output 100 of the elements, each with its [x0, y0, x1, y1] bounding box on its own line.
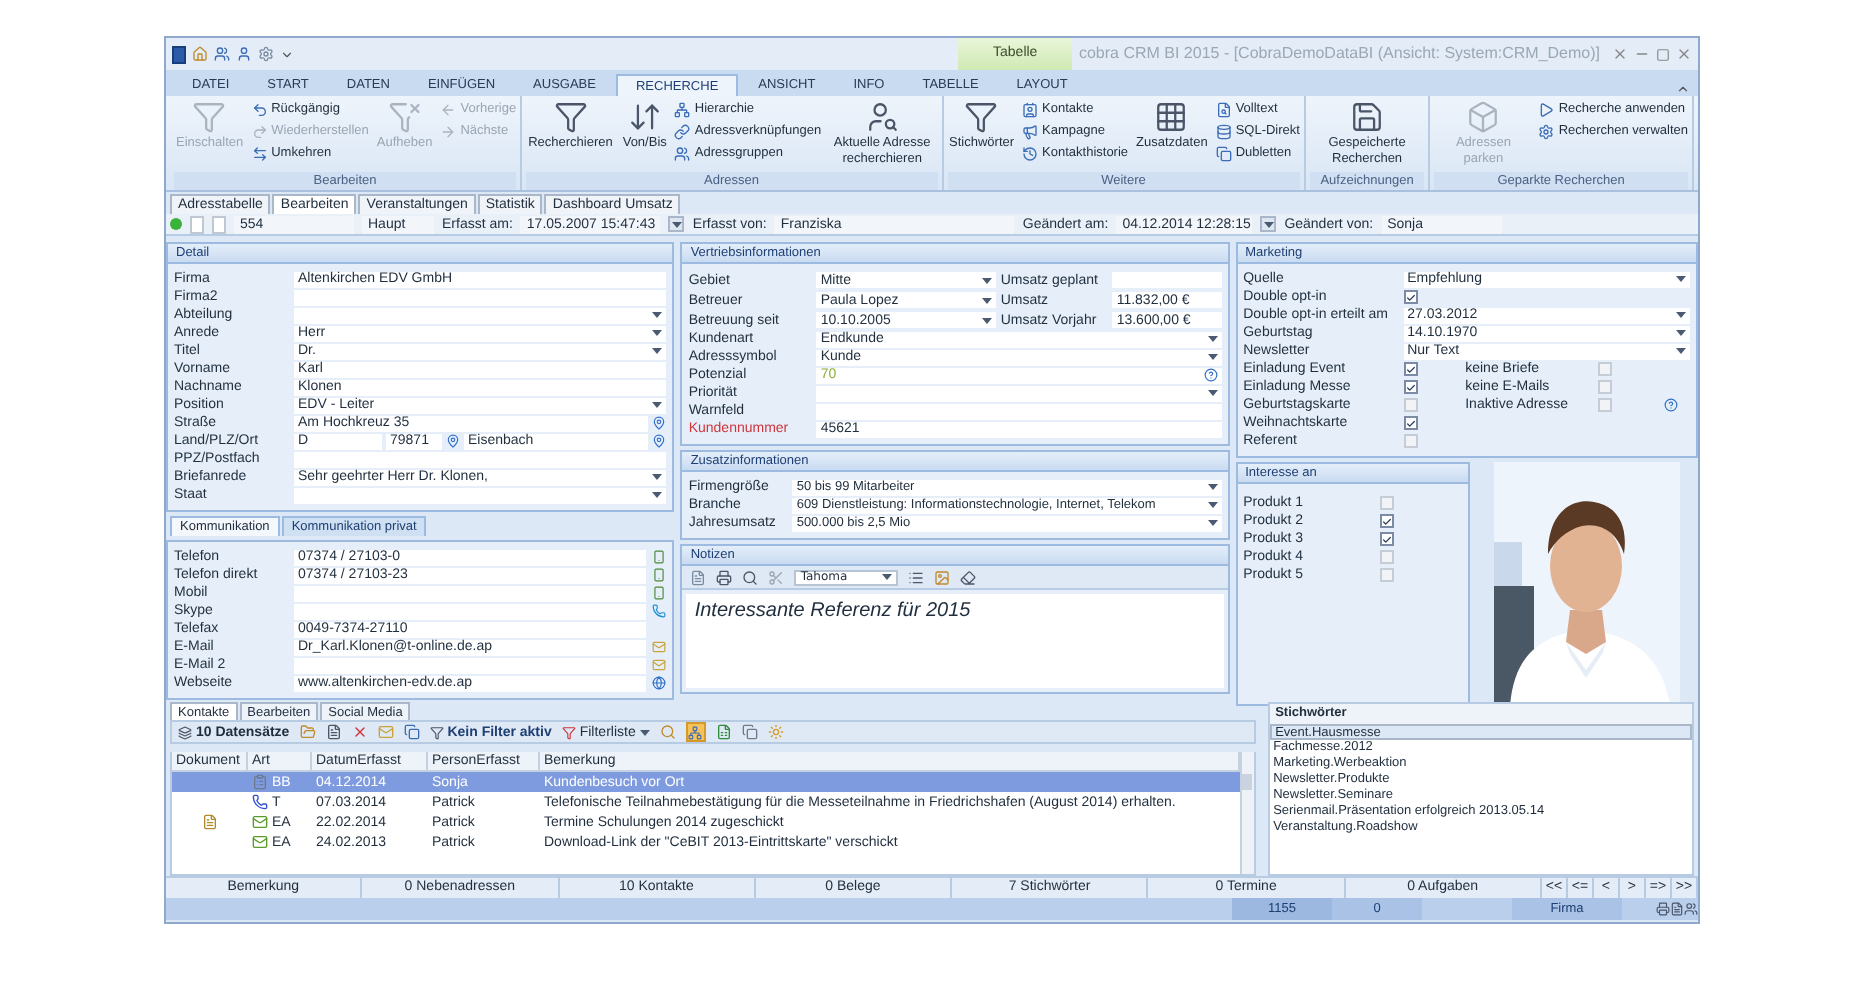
caret-icon [1207, 336, 1218, 342]
grid-icon [1154, 100, 1189, 134]
dropdown-field[interactable] [816, 385, 1222, 401]
caret-icon [652, 348, 663, 354]
checkbox[interactable] [1403, 434, 1418, 448]
checkbox[interactable] [1403, 416, 1418, 430]
document-icon[interactable] [325, 724, 342, 740]
preview-icon[interactable] [742, 569, 759, 585]
phone-icon [252, 794, 268, 810]
caret-icon [652, 402, 663, 408]
help-icon [1663, 398, 1678, 412]
sun-icon[interactable] [767, 724, 784, 740]
collapse-icon[interactable] [1676, 82, 1690, 96]
dropdown-button[interactable] [668, 216, 685, 232]
caret-icon [982, 317, 993, 323]
caret-icon [1207, 520, 1218, 526]
pin-icon[interactable] [652, 434, 667, 448]
mail-icon[interactable] [651, 658, 666, 672]
save-icon [1350, 100, 1385, 134]
dropdown-button[interactable] [1260, 216, 1277, 232]
printer-icon[interactable] [1656, 902, 1670, 916]
close-icon[interactable] [1676, 46, 1692, 62]
text-field[interactable] [294, 657, 647, 673]
checkbox[interactable] [1597, 380, 1612, 394]
mail-icon [252, 834, 268, 850]
phone-icon[interactable] [651, 550, 666, 564]
user-icon[interactable] [236, 46, 253, 62]
document-icon[interactable] [690, 569, 707, 585]
checkbox[interactable] [1379, 550, 1394, 564]
tree-view-button[interactable] [685, 722, 706, 742]
users-icon[interactable] [1684, 902, 1698, 916]
checkbox[interactable] [1403, 398, 1418, 412]
arrow-right-icon [440, 124, 457, 140]
search-icon[interactable] [659, 724, 676, 740]
spreadsheet-icon[interactable] [715, 724, 732, 740]
checkbox[interactable] [1403, 362, 1418, 376]
mail-icon[interactable] [377, 724, 394, 740]
eraser-icon[interactable] [960, 569, 977, 585]
text-field[interactable] [294, 289, 667, 305]
contact-card-icon [1022, 102, 1039, 118]
mail-icon[interactable] [651, 640, 666, 654]
folder-icon[interactable] [299, 724, 316, 740]
scrollbar[interactable] [1239, 752, 1254, 874]
app-icon[interactable] [172, 45, 187, 63]
checkbox[interactable] [1379, 496, 1394, 510]
text-field[interactable] [1112, 272, 1222, 288]
caret-icon [652, 330, 663, 336]
caret-icon [1207, 502, 1218, 508]
filter-icon [964, 100, 999, 134]
phone-icon[interactable] [651, 586, 666, 600]
delete-icon[interactable] [351, 724, 368, 740]
text-field[interactable] [816, 403, 1222, 419]
notes-editor[interactable]: Interessante Referenz für 2015 [686, 594, 1224, 688]
filter-icon [192, 100, 227, 134]
megaphone-icon [1022, 124, 1039, 140]
settings-icon[interactable] [258, 46, 275, 62]
caret-icon [1207, 354, 1218, 360]
checkbox[interactable] [1597, 362, 1612, 376]
pin-icon[interactable] [652, 416, 667, 430]
window-title: cobra CRM BI 2015 - [CobraDemoDataBI (Ansicht: System:CRM_Demo)] [1078, 42, 1600, 66]
phone-icon[interactable] [651, 568, 666, 582]
scissors-icon[interactable] [768, 569, 785, 585]
stack-icon [178, 725, 192, 739]
image-icon[interactable] [934, 569, 951, 585]
dropdown-field[interactable] [294, 307, 667, 323]
text-field[interactable] [294, 585, 647, 601]
caret-icon [982, 277, 993, 283]
phone-icon[interactable] [651, 604, 666, 618]
caret-icon[interactable] [280, 47, 295, 61]
copy-icon[interactable] [741, 724, 758, 740]
text-field[interactable] [294, 451, 667, 467]
checkbox[interactable] [1403, 380, 1418, 394]
arrow-left-icon [440, 102, 457, 118]
checkbox[interactable] [1597, 398, 1612, 412]
close-icon[interactable] [1612, 46, 1628, 62]
history-icon [1022, 146, 1039, 162]
users-icon[interactable] [214, 46, 231, 62]
copy-icon[interactable] [403, 724, 420, 740]
caret-icon [652, 312, 663, 318]
filter-icon [553, 100, 588, 134]
filter-icon [429, 725, 444, 739]
link-icon [674, 124, 691, 140]
filter-clear-icon [387, 100, 422, 134]
checkbox[interactable] [1379, 568, 1394, 582]
caret-icon [1676, 330, 1686, 336]
pin-icon[interactable] [446, 434, 460, 448]
checkbox[interactable] [1403, 290, 1418, 304]
document-icon[interactable] [1670, 902, 1684, 916]
users-icon [674, 146, 691, 162]
globe-icon[interactable] [651, 676, 666, 690]
checkbox[interactable] [1379, 514, 1394, 528]
list-icon[interactable] [908, 569, 925, 585]
box-icon [1466, 100, 1501, 134]
dropdown-field[interactable] [294, 487, 667, 503]
text-field[interactable] [294, 603, 647, 619]
user-search-icon [865, 100, 900, 134]
printer-icon[interactable] [716, 569, 733, 585]
caret-icon [1207, 484, 1218, 490]
maximize-icon[interactable] [1656, 47, 1670, 61]
checkbox[interactable] [1379, 532, 1394, 546]
